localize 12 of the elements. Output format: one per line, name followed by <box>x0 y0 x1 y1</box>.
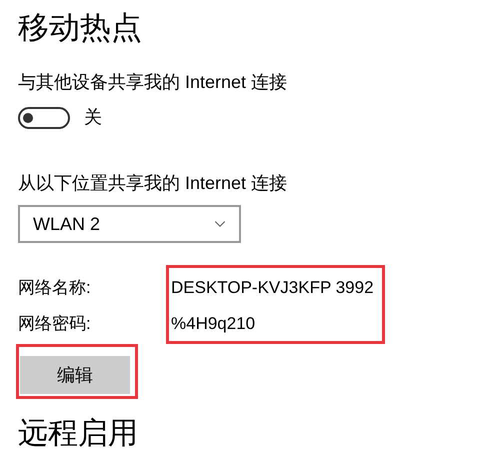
section-heading: 远程启用 <box>18 416 138 452</box>
field-label: 网络密码: <box>18 313 91 335</box>
edit-button[interactable]: 编辑 <box>20 356 130 394</box>
connection-dropdown[interactable]: WLAN 2 <box>18 205 241 243</box>
page-title: 移动热点 <box>18 9 143 47</box>
field-value: DESKTOP-KVJ3KFP 3992 <box>171 277 374 299</box>
toggle-switch[interactable] <box>18 106 70 128</box>
toggle-state: 关 <box>84 106 102 129</box>
share-label: 与其他设备共享我的 Internet 连接 <box>18 71 288 94</box>
field-value: %4H9q210 <box>171 313 256 335</box>
field-label: 网络名称: <box>18 277 91 299</box>
source-label: 从以下位置共享我的 Internet 连接 <box>18 172 288 195</box>
